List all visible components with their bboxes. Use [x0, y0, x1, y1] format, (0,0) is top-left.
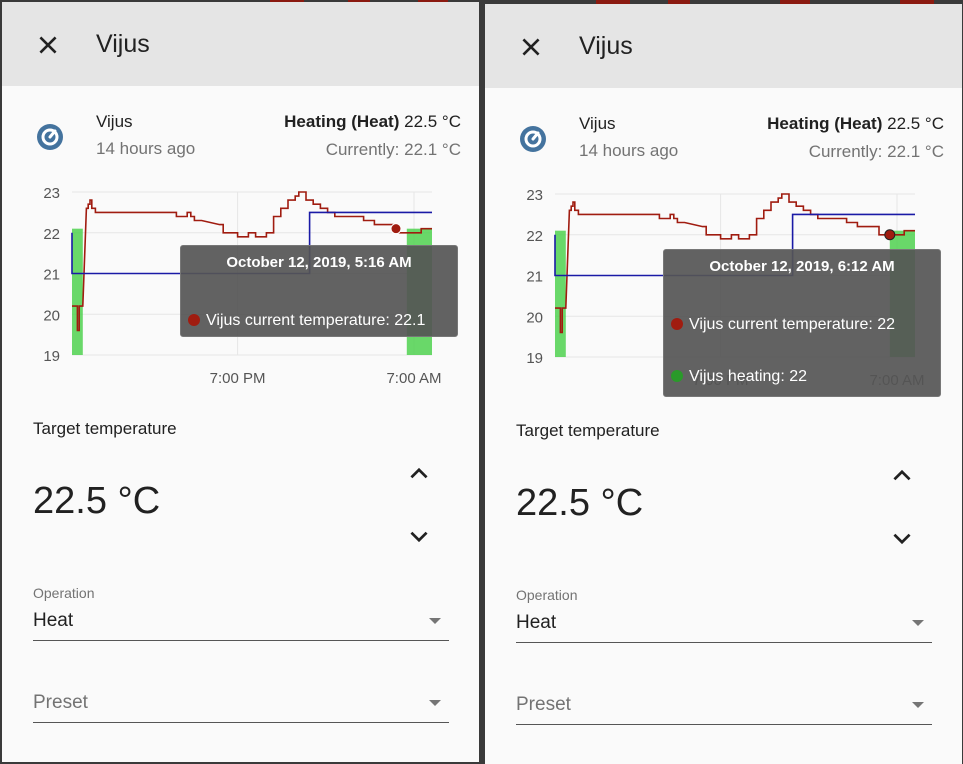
dropdown-arrow-icon — [429, 700, 441, 706]
chevron-up-icon[interactable] — [406, 460, 432, 486]
preset-select[interactable]: Preset — [33, 692, 449, 723]
x-tick-label: 7:00 PM — [210, 370, 266, 387]
y-tick-label: 23 — [526, 187, 543, 204]
current-temperature: Currently: 22.1 °C — [325, 140, 461, 159]
legend-dot-current — [671, 318, 683, 330]
more-info-dialog-right: Vijus Vijus 14 hours ago Heating (Heat) … — [485, 4, 962, 764]
y-tick-label: 23 — [43, 185, 60, 202]
tooltip-date: October 12, 2019, 5:16 AM — [226, 254, 412, 271]
target-temperature-value: 22.5 °C — [516, 482, 644, 524]
chevron-down-icon[interactable] — [406, 524, 432, 550]
tooltip-current-label: Vijus current temperature: 22.1 — [206, 312, 426, 329]
target-value: 22.5 °C — [404, 112, 461, 131]
target-temperature-label: Target temperature — [33, 419, 177, 438]
operation-value: Heat — [33, 610, 74, 631]
y-tick-label: 22 — [43, 226, 60, 243]
tooltip-current-label: Vijus current temperature: 22 — [689, 316, 896, 333]
current-temperature: Currently: 22.1 °C — [808, 142, 944, 161]
thermostat-icon — [520, 126, 546, 152]
legend-dot-heating — [671, 370, 683, 382]
y-tick-label: 19 — [526, 350, 543, 367]
more-info-dialog-left: Vijus Vijus 14 hours ago Heating (Heat) … — [2, 2, 479, 762]
tooltip-line-current: Vijus current temperature: 22.1 — [188, 312, 425, 330]
preset-select[interactable]: Preset — [516, 694, 932, 725]
dropdown-arrow-icon — [912, 702, 924, 708]
legend-dot-current — [188, 314, 200, 326]
chart-tooltip: October 12, 2019, 6:12 AM Vijus current … — [663, 249, 941, 397]
operation-select[interactable]: Heat — [33, 610, 449, 641]
dropdown-arrow-icon — [912, 620, 924, 626]
x-tick-label: 7:00 AM — [386, 370, 441, 387]
close-icon[interactable] — [518, 34, 544, 60]
thermostat-icon — [37, 124, 63, 150]
dialog-header: Vijus — [2, 2, 479, 86]
chart-tooltip: October 12, 2019, 5:16 AM Vijus current … — [180, 245, 458, 337]
operation-label: Operation — [516, 587, 578, 603]
target-mode: Heating (Heat) — [284, 112, 400, 131]
last-changed: 14 hours ago — [96, 139, 196, 158]
target-temperature-label: Target temperature — [516, 421, 660, 440]
heating-area — [555, 230, 566, 357]
last-changed: 14 hours ago — [579, 141, 679, 160]
y-tick-label: 21 — [43, 267, 60, 284]
tooltip-line-heating: Vijus heating: 22 — [671, 368, 807, 386]
dialog-title: Vijus — [579, 32, 633, 60]
tooltip-line-current: Vijus current temperature: 22 — [671, 316, 895, 334]
preset-placeholder: Preset — [33, 692, 88, 713]
y-tick-label: 21 — [526, 269, 543, 286]
operation-value: Heat — [516, 612, 557, 633]
y-tick-label: 19 — [43, 348, 60, 365]
preset-placeholder: Preset — [516, 694, 571, 715]
hover-point — [884, 229, 896, 241]
target-temperature-value: 22.5 °C — [33, 480, 161, 522]
target-value: 22.5 °C — [887, 114, 944, 133]
chevron-down-icon[interactable] — [889, 526, 915, 552]
dialog-title: Vijus — [96, 30, 150, 58]
entity-name: Vijus — [96, 112, 133, 131]
operation-label: Operation — [33, 585, 95, 601]
target-mode: Heating (Heat) — [767, 114, 883, 133]
hover-point — [390, 223, 402, 235]
y-tick-label: 20 — [526, 309, 543, 326]
chevron-up-icon[interactable] — [889, 462, 915, 488]
dialog-header: Vijus — [485, 4, 962, 88]
tooltip-date: October 12, 2019, 6:12 AM — [709, 258, 895, 275]
heating-area — [72, 228, 83, 355]
target-summary: Heating (Heat) 22.5 °C — [284, 112, 461, 132]
entity-name: Vijus — [579, 114, 616, 133]
tooltip-heating-label: Vijus heating: 22 — [689, 368, 808, 385]
operation-select[interactable]: Heat — [516, 612, 932, 643]
target-summary: Heating (Heat) 22.5 °C — [767, 114, 944, 134]
dropdown-arrow-icon — [429, 618, 441, 624]
y-tick-label: 20 — [43, 307, 60, 324]
close-icon[interactable] — [35, 32, 61, 58]
y-tick-label: 22 — [526, 228, 543, 245]
